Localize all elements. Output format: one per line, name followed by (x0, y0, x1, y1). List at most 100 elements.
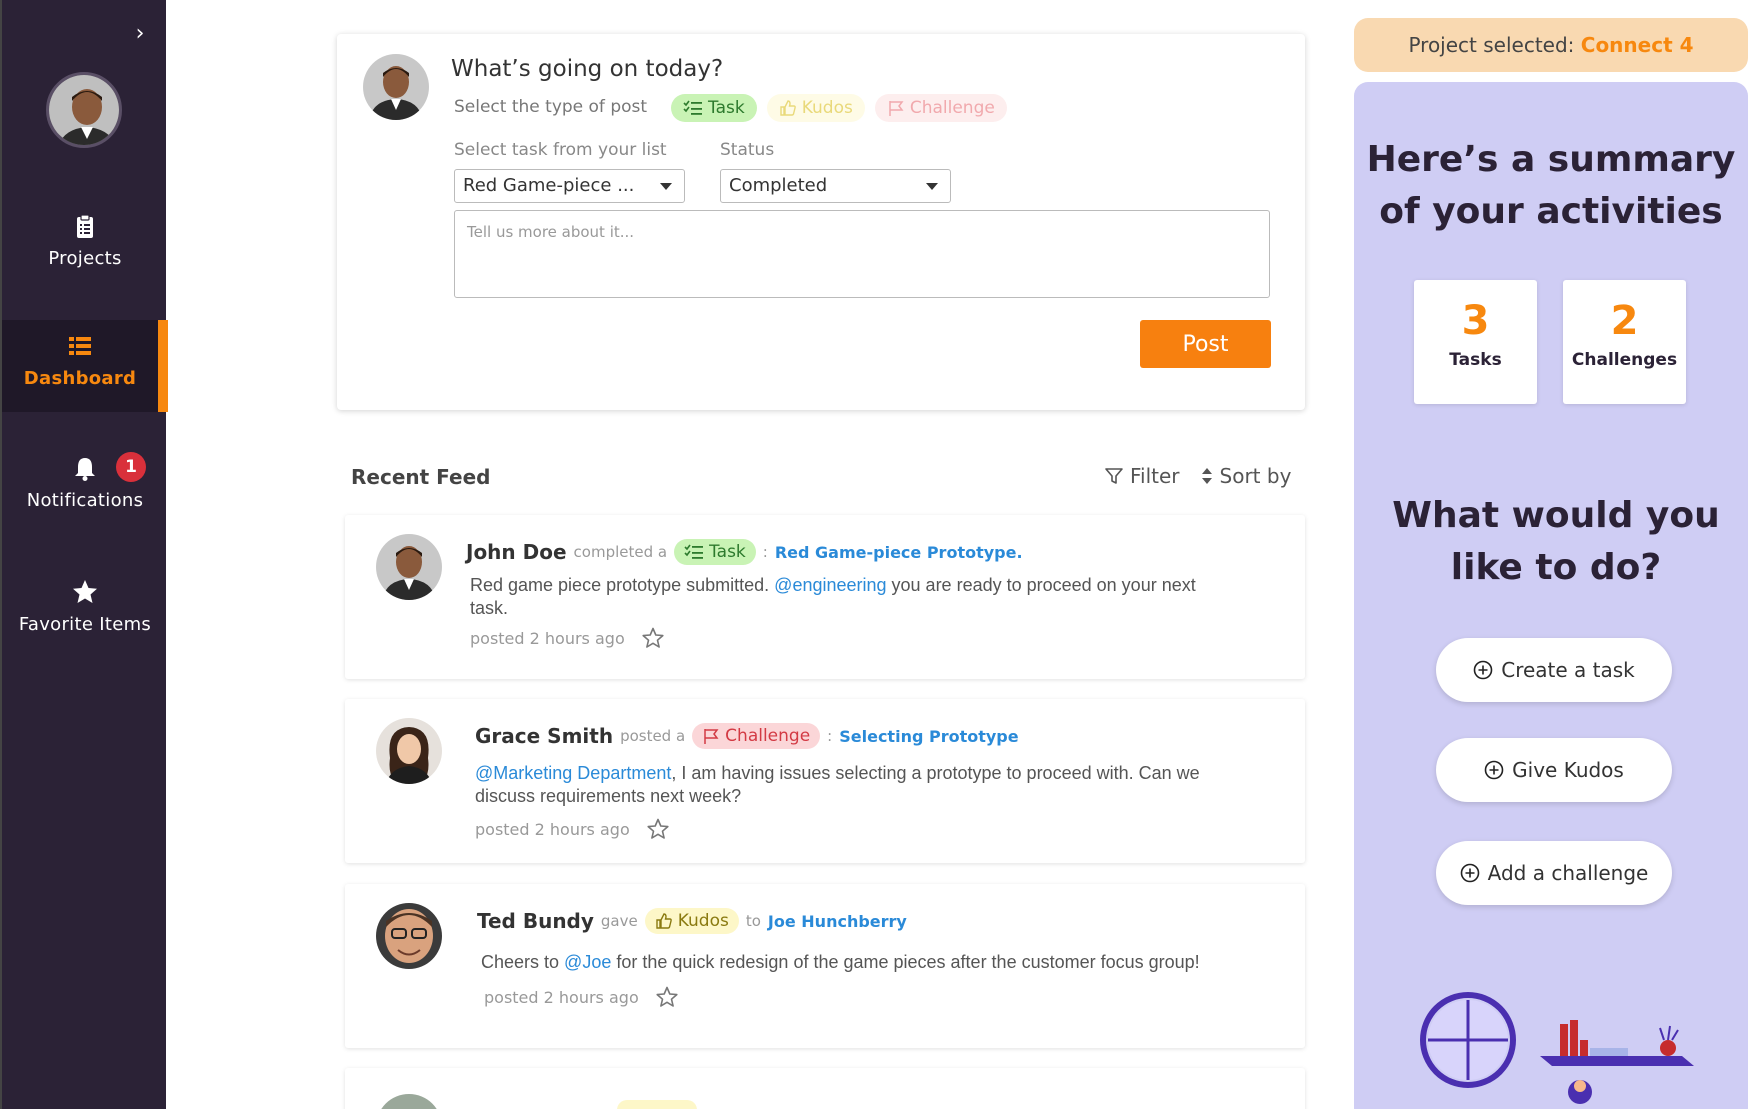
plus-circle-icon (1484, 760, 1504, 780)
feed-author-name[interactable]: Grace Smith (475, 724, 613, 748)
feed-author-name[interactable]: Ted Bundy (477, 909, 594, 933)
post-type-task-chip[interactable]: Task (671, 94, 757, 122)
clipboard-icon (77, 214, 93, 238)
sidebar-item-label: Favorite Items (18, 614, 152, 635)
todo-title-line: like to do? (1450, 547, 1662, 588)
feed-action-verb: posted a (620, 727, 686, 745)
sort-icon (1201, 468, 1212, 484)
feed-target-link[interactable]: Selecting Prototype (839, 727, 1018, 746)
flag-icon (889, 101, 904, 116)
project-name: Connect 4 (1580, 33, 1694, 57)
chevron-down-icon (926, 183, 938, 190)
filter-button[interactable]: Filter (1104, 464, 1180, 488)
feed-target-link[interactable]: Red Game-piece Prototype. (775, 543, 1023, 562)
chevron-down-icon (660, 183, 672, 190)
post-type-kudos-chip[interactable]: Kudos (766, 94, 865, 122)
mention-link[interactable]: @Marketing Department (475, 763, 671, 783)
tasks-stat-card[interactable]: 3 Tasks (1414, 280, 1537, 404)
sidebar-item-favorite-items[interactable]: Favorite Items (2, 566, 168, 658)
button-label: Create a task (1501, 658, 1635, 682)
sidebar-item-dashboard[interactable]: Dashboard (2, 320, 168, 412)
feed-avatar[interactable] (376, 903, 442, 969)
favorite-star-icon[interactable] (655, 985, 679, 1009)
feed-item-meta: posted 2 hours ago (470, 626, 665, 650)
decorative-illustration (1420, 992, 1694, 1104)
post-button[interactable]: Post (1140, 320, 1271, 368)
post-timestamp: posted 2 hours ago (475, 819, 630, 839)
sidebar-item-projects[interactable]: Projects (2, 200, 168, 292)
sidebar-item-label: Notifications (26, 490, 144, 511)
button-label: Add a challenge (1487, 861, 1649, 885)
create-task-button[interactable]: Create a task (1436, 638, 1672, 702)
feed-item: John Doe completed a Task : Red Game-pie… (345, 515, 1305, 679)
status-select-value: Completed (729, 175, 828, 196)
activity-panel: Here’s a summary of your activities 3 Ta… (1354, 82, 1748, 1109)
feed-item: Ted Bundy gave Kudos to Joe Hunchberry C… (345, 884, 1305, 1048)
feed-controls: Filter Sort by (1104, 464, 1291, 488)
chip-label: Task (709, 542, 746, 562)
post-type-challenge-chip[interactable]: Challenge (874, 94, 1007, 122)
summary-title: Here’s a summary of your activities (1354, 134, 1748, 238)
sidebar-expand-chevron-icon[interactable]: › (128, 22, 152, 46)
task-select[interactable]: Red Game-piece ... (454, 169, 685, 203)
feed-target-link[interactable]: Joe Hunchberry (768, 912, 907, 931)
flag-icon (704, 729, 719, 744)
feed-item-header: Grace Smith posted a Challenge : Selecti… (475, 723, 1019, 749)
sidebar-item-label: Dashboard (23, 368, 137, 389)
favorite-star-icon[interactable] (641, 626, 665, 650)
mention-link[interactable]: @engineering (774, 575, 886, 595)
mention-link[interactable]: @Joe (564, 952, 611, 972)
todo-title-line: What would you (1392, 495, 1720, 536)
user-avatar[interactable] (46, 72, 122, 148)
filter-label: Filter (1130, 464, 1180, 488)
feed-avatar[interactable] (376, 1094, 442, 1109)
composer-avatar (363, 54, 429, 120)
sidebar: › Projects Dashboard 1 Notifications Fav… (0, 0, 168, 1109)
chip-label: Kudos (801, 98, 853, 118)
filter-icon (1105, 468, 1123, 484)
feed-action-verb: completed a (573, 543, 668, 561)
recent-feed-title: Recent Feed (351, 465, 491, 489)
feed-avatar[interactable] (376, 534, 442, 600)
stat-value: 2 (1610, 298, 1639, 344)
body-text: for the quick redesign of the game piece… (611, 952, 1200, 972)
project-selected-banner[interactable]: Project selected: Connect 4 (1354, 18, 1748, 72)
stat-label: Tasks (1449, 350, 1502, 370)
task-chip: Task (674, 539, 756, 565)
chip-label: Task (708, 98, 745, 118)
add-challenge-button[interactable]: Add a challenge (1436, 841, 1672, 905)
chip-label: Kudos (677, 911, 729, 931)
button-label: Give Kudos (1512, 758, 1624, 782)
feed-item-body: Cheers to @Joe for the quick redesign of… (481, 951, 1281, 974)
challenge-chip: Challenge (692, 723, 821, 749)
bell-icon (75, 458, 95, 481)
checklist-icon (683, 100, 702, 115)
feed-item-body: @Marketing Department, I am having issue… (475, 762, 1235, 808)
challenges-stat-card[interactable]: 2 Challenges (1563, 280, 1686, 404)
stat-label: Challenges (1571, 350, 1678, 370)
separator: : (827, 727, 833, 745)
sort-label: Sort by (1219, 464, 1292, 488)
post-composer: What’s going on today? Select the type o… (337, 34, 1305, 410)
separator: : (762, 543, 768, 561)
post-details-input[interactable] (454, 210, 1270, 298)
sidebar-item-notifications[interactable]: 1 Notifications (2, 442, 168, 534)
sidebar-item-label: Projects (48, 248, 122, 269)
feed-connector: to (745, 912, 761, 930)
give-kudos-button[interactable]: Give Kudos (1436, 738, 1672, 802)
star-icon (73, 580, 97, 603)
status-select[interactable]: Completed (720, 169, 951, 203)
stat-value: 3 (1461, 298, 1490, 344)
feed-item (345, 1068, 1305, 1109)
post-timestamp: posted 2 hours ago (484, 987, 639, 1007)
favorite-star-icon[interactable] (646, 817, 670, 841)
list-icon (69, 337, 91, 355)
feed-avatar[interactable] (376, 718, 442, 784)
plus-circle-icon (1473, 660, 1493, 680)
feed-author-name[interactable]: John Doe (466, 540, 567, 564)
post-timestamp: posted 2 hours ago (470, 628, 625, 648)
body-text: Red game piece prototype submitted. (470, 575, 775, 595)
todo-title: What would you like to do? (1354, 490, 1748, 594)
sort-button[interactable]: Sort by (1200, 464, 1292, 488)
body-text: Cheers to (481, 952, 565, 972)
